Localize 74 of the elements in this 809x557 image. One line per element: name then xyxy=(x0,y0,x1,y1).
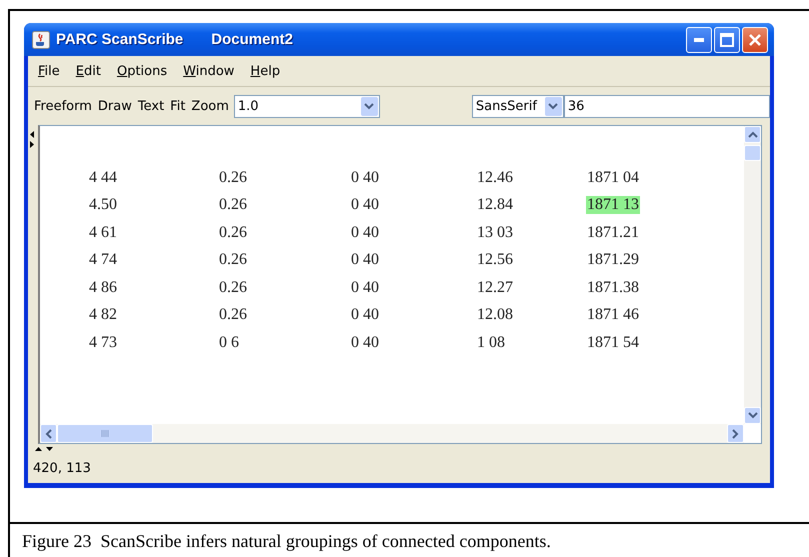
scanned-number: 0.26 xyxy=(218,196,248,214)
scanned-number: 0 40 xyxy=(350,168,380,187)
scanned-number: 4.50 xyxy=(88,196,118,214)
chevron-left-icon xyxy=(45,428,52,438)
scanned-number: 1871 54 xyxy=(586,334,640,352)
left-arrow-icon xyxy=(30,131,34,138)
scanned-number: 4 74 xyxy=(88,251,118,270)
coffee-cup-icon xyxy=(32,30,50,48)
toolbar-button[interactable]: Fit xyxy=(167,98,188,114)
font-dropdown[interactable]: SansSerif xyxy=(472,94,564,118)
maximize-icon xyxy=(720,32,734,46)
down-arrow-icon xyxy=(46,446,53,450)
maximize-button[interactable] xyxy=(714,26,740,52)
scanned-number: 1871 46 xyxy=(586,306,640,324)
minimize-icon xyxy=(694,38,704,42)
scroll-thumb[interactable] xyxy=(57,424,153,443)
scanned-number: 1871 13 xyxy=(586,196,640,214)
up-arrow-icon xyxy=(35,446,42,450)
scanned-number: 0.26 xyxy=(218,251,248,270)
scanned-number: 0.26 xyxy=(218,306,248,324)
scanned-number: 12.84 xyxy=(476,196,514,214)
scanned-number: 1871.21 xyxy=(586,224,640,242)
menu-item[interactable]: Help xyxy=(244,62,286,80)
scanned-number: 4 86 xyxy=(88,278,118,297)
horizontal-scrollbar[interactable] xyxy=(40,424,744,443)
menu-item[interactable]: Edit xyxy=(70,62,107,80)
scanned-number: 1871 04 xyxy=(586,168,640,187)
zoom-label: Zoom xyxy=(190,98,230,114)
scanned-number: 4 82 xyxy=(88,306,118,324)
window-title: PARC ScanScribe xyxy=(56,31,184,48)
scanned-number: 0 40 xyxy=(350,334,380,352)
scroll-thumb[interactable] xyxy=(744,145,761,161)
chevron-down-icon xyxy=(364,102,374,110)
figure-caption: Figure 23 ScanScribe infers natural groupings of connected components. xyxy=(22,531,551,552)
scanned-number: 0.26 xyxy=(218,224,248,242)
scanned-number: 4 61 xyxy=(88,224,118,242)
chevron-right-icon xyxy=(732,428,739,438)
status-text: 420, 113 xyxy=(33,460,91,476)
grip-icon xyxy=(100,430,110,437)
chevron-down-icon xyxy=(748,412,758,419)
scanned-number: 4 44 xyxy=(88,168,118,187)
scanned-number: 0 40 xyxy=(350,278,380,297)
scanned-number: 1 08 xyxy=(476,334,506,352)
scanned-number: 12.08 xyxy=(476,306,514,324)
font-size-field[interactable]: 36 xyxy=(564,94,770,118)
minimize-button[interactable] xyxy=(686,26,712,52)
close-icon xyxy=(748,32,762,46)
chevron-up-icon xyxy=(748,131,758,138)
menu-item[interactable]: Window xyxy=(177,62,240,80)
menu-item[interactable]: File xyxy=(32,62,66,80)
scanned-number: 1871.29 xyxy=(586,251,640,270)
close-button[interactable] xyxy=(742,26,768,52)
toolbar-button[interactable]: Draw xyxy=(94,98,135,114)
scanned-number: 0 40 xyxy=(350,251,380,270)
toolbar-button[interactable]: Freeform xyxy=(31,98,95,114)
scanned-number: 0 40 xyxy=(350,196,380,214)
zoom-dropdown[interactable]: 1.0 xyxy=(234,94,380,118)
scanned-number: 12.27 xyxy=(476,278,514,297)
document-title: Document2 xyxy=(211,31,293,48)
scanned-number: 0 6 xyxy=(218,334,240,352)
scanned-number: 4 73 xyxy=(88,334,118,352)
scanned-number: 0 40 xyxy=(350,306,380,324)
scanned-number: 13 03 xyxy=(476,224,514,242)
vertical-scrollbar[interactable] xyxy=(744,126,761,424)
right-arrow-icon xyxy=(30,141,34,148)
menu-item[interactable]: Options xyxy=(110,62,174,80)
scanned-number: 0 40 xyxy=(350,224,380,242)
scanned-number: 1871.38 xyxy=(586,278,640,297)
scanned-number: 12.46 xyxy=(476,168,514,187)
scanned-number: 0.26 xyxy=(218,168,248,187)
toolbar-button[interactable]: Text xyxy=(134,98,168,114)
scanned-number: 0.26 xyxy=(218,278,248,297)
scanned-number: 12.56 xyxy=(476,251,514,270)
chevron-down-icon xyxy=(548,102,558,110)
